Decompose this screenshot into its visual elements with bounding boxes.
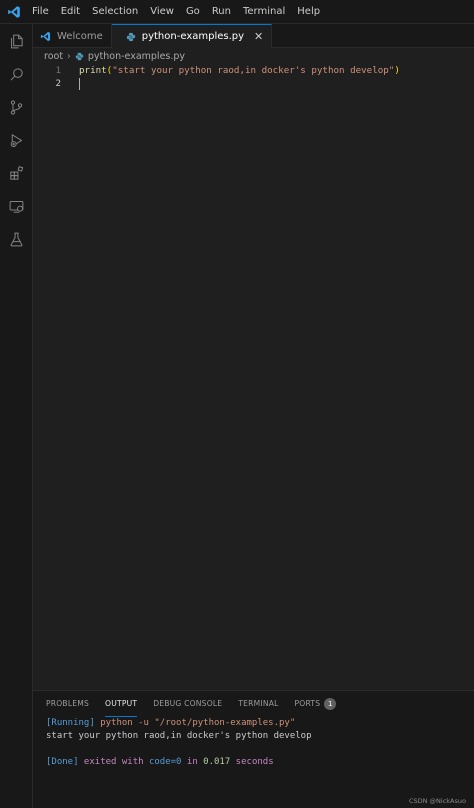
code-line-content: print("start your python raod,in docker'… bbox=[79, 64, 400, 77]
done-in-text: in bbox=[181, 757, 204, 767]
running-tag: [Running] bbox=[46, 718, 95, 728]
python-file-icon bbox=[126, 32, 136, 42]
panel-tab-output[interactable]: OUTPUT bbox=[105, 691, 138, 717]
seconds-text: seconds bbox=[230, 757, 274, 767]
tab-python-examples[interactable]: python-examples.py ✕ bbox=[111, 24, 273, 48]
breadcrumb-root[interactable]: root bbox=[44, 51, 63, 62]
running-command: python -u "/root/python-examples.py" bbox=[94, 718, 296, 728]
output-line-result: start your python raod,in docker's pytho… bbox=[46, 731, 312, 741]
activity-bar bbox=[0, 24, 33, 808]
token-function: print bbox=[79, 65, 107, 76]
breadcrumb-file[interactable]: python-examples.py bbox=[88, 51, 185, 62]
exit-code: code=0 bbox=[148, 757, 182, 767]
editor-tab-bar: Welcome python-examples.py ✕ bbox=[33, 24, 474, 48]
panel-tabs: PROBLEMS OUTPUT DEBUG CONSOLE TERMINAL P… bbox=[33, 691, 474, 717]
menu-terminal[interactable]: Terminal bbox=[237, 0, 291, 24]
chevron-right-icon: › bbox=[67, 50, 71, 62]
breadcrumb: root › python-examples.py bbox=[33, 48, 474, 64]
line-number: 1 bbox=[55, 65, 61, 76]
menu-go[interactable]: Go bbox=[180, 0, 206, 24]
panel-tab-problems[interactable]: PROBLEMS bbox=[46, 691, 89, 717]
ports-count-badge: 1 bbox=[324, 698, 337, 710]
code-line-2[interactable]: 2 bbox=[33, 77, 474, 90]
testing-flask-icon[interactable] bbox=[0, 223, 33, 256]
panel-tab-terminal[interactable]: TERMINAL bbox=[238, 691, 278, 717]
output-line-done: [Done] exited with code=0 in 0.017 secon… bbox=[46, 756, 312, 769]
output-blank-line bbox=[46, 743, 312, 756]
menu-bar: File Edit Selection View Go Run Terminal… bbox=[26, 0, 326, 24]
source-control-icon[interactable] bbox=[0, 91, 33, 124]
code-line-1[interactable]: 1 print("start your python raod,in docke… bbox=[33, 64, 474, 77]
code-editor[interactable]: 1 print("start your python raod,in docke… bbox=[33, 64, 474, 690]
tab-welcome[interactable]: Welcome bbox=[33, 24, 112, 48]
run-debug-icon[interactable] bbox=[0, 124, 33, 157]
explorer-icon[interactable] bbox=[0, 25, 33, 58]
python-file-icon bbox=[75, 52, 84, 61]
done-tag: [Done] bbox=[46, 757, 79, 767]
vscode-logo-icon bbox=[40, 31, 51, 42]
title-bar: File Edit Selection View Go Run Terminal… bbox=[0, 0, 474, 24]
token-string: "start your python raod,in docker's pyth… bbox=[112, 65, 395, 76]
remote-explorer-icon[interactable] bbox=[0, 190, 33, 223]
output-log: [Running] python -u "/root/python-exampl… bbox=[46, 717, 312, 769]
done-text: exited with bbox=[78, 757, 149, 767]
line-number: 2 bbox=[55, 78, 61, 89]
menu-edit[interactable]: Edit bbox=[55, 0, 86, 24]
menu-run[interactable]: Run bbox=[206, 0, 237, 24]
panel-tab-ports[interactable]: PORTS 1 bbox=[295, 691, 337, 717]
text-cursor bbox=[79, 78, 81, 90]
panel-tab-debug-console[interactable]: DEBUG CONSOLE bbox=[153, 691, 222, 717]
output-line-running: [Running] python -u "/root/python-exampl… bbox=[46, 717, 312, 730]
vscode-logo-icon bbox=[2, 0, 26, 24]
bottom-panel: PROBLEMS OUTPUT DEBUG CONSOLE TERMINAL P… bbox=[33, 690, 474, 808]
menu-view[interactable]: View bbox=[144, 0, 180, 24]
watermark: CSDN @NickAsuo bbox=[408, 797, 466, 805]
extensions-icon[interactable] bbox=[0, 157, 33, 190]
menu-selection[interactable]: Selection bbox=[86, 0, 144, 24]
menu-file[interactable]: File bbox=[26, 0, 55, 24]
panel-tab-ports-label: PORTS bbox=[294, 699, 321, 708]
close-tab-icon[interactable]: ✕ bbox=[254, 30, 263, 43]
search-icon[interactable] bbox=[0, 58, 33, 91]
elapsed-time: 0.017 bbox=[203, 757, 231, 767]
menu-help[interactable]: Help bbox=[291, 0, 326, 24]
tab-python-examples-label: python-examples.py bbox=[141, 31, 245, 42]
token-paren-close: ) bbox=[394, 65, 400, 76]
tab-welcome-label: Welcome bbox=[57, 30, 103, 42]
